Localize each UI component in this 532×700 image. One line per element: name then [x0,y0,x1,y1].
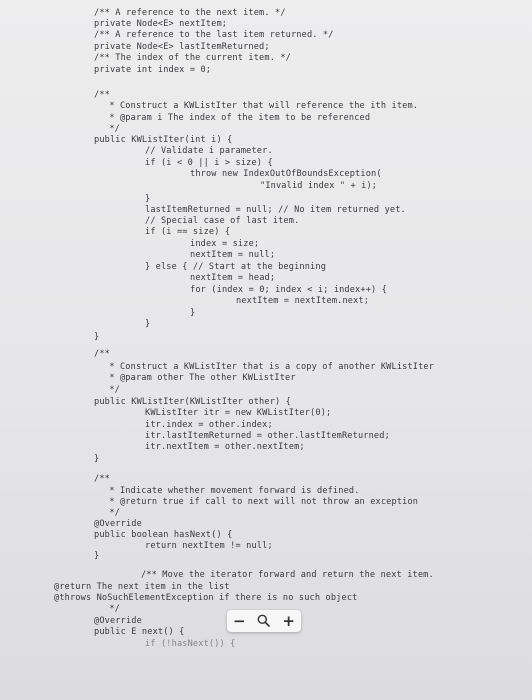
code-line: // Special case of last item. [145,216,300,226]
code-line: private Node<E> nextItem; [94,19,228,29]
code-line: */ [104,124,120,134]
code-line: throw new IndexOutOfBoundsException( [190,169,382,179]
code-line: /** The index of the current item. */ [94,53,291,63]
code-line: * Indicate whether movement forward is d… [104,486,360,496]
code-line: /** [94,474,110,484]
screenshot-page: /** A reference to the next item. */priv… [0,0,532,700]
zoom-toolbar: − + [227,610,301,632]
code-line: KWListIter itr = new KWListIter(0); [145,408,332,418]
code-line: public KWListIter(KWListIter other) { [94,397,291,407]
code-line: nextItem = head; [190,273,276,283]
code-line: @throws NoSuchElementException if there … [54,593,358,603]
code-line: lastItemReturned = null; // No item retu… [145,205,406,215]
code-line: private int index = 0; [94,65,212,75]
code-line: // Validate i parameter. [145,146,273,156]
code-line: } [190,308,196,318]
code-line: @return The next item in the list [54,582,230,592]
code-line: * Construct a KWListIter that will refer… [104,101,419,111]
zoom-out-button[interactable]: − [229,611,249,631]
code-line: "Invalid index " + i); [260,181,378,191]
code-line: nextItem = null; [190,250,276,260]
code-line: /** [94,90,110,100]
code-line: if (i == size) { [145,227,231,237]
code-line: /** [94,349,110,359]
code-line: index = size; [190,239,260,249]
search-button[interactable] [254,611,274,631]
code-line: for (index = 0; index < i; index++) { [190,285,387,295]
code-line: if (i < 0 || i > size) { [145,158,273,168]
code-line: public E next() { [94,627,185,637]
code-line: */ [104,385,120,395]
code-line: */ [104,508,120,518]
code-line: itr.lastItemReturned = other.lastItemRet… [145,431,390,441]
code-line: private Node<E> lastItemReturned; [94,42,270,52]
code-line: } [145,194,151,204]
code-line: itr.nextItem = other.nextItem; [145,442,305,452]
code-line: } [94,454,100,464]
code-line: public boolean hasNext() { [94,530,233,540]
code-line: */ [104,604,120,614]
code-line: /** A reference to the next item. */ [94,8,286,18]
code-line: * @param other The other KWListIter [104,373,296,383]
code-line: if (!hasNext()) { [145,639,236,649]
code-line: } [94,332,100,342]
code-line: public KWListIter(int i) { [94,135,233,145]
code-line: * @param i The index of the item to be r… [104,113,371,123]
code-line: @Override [94,616,142,626]
zoom-in-button[interactable]: + [279,611,299,631]
zoom-out-label: − [233,611,246,630]
code-line: @Override [94,519,142,529]
code-line: nextItem = nextItem.next; [236,296,370,306]
code-line: } [145,319,151,329]
search-icon [257,612,271,631]
code-line: } else { // Start at the beginning [145,262,327,272]
code-line: /** Move the iterator forward and return… [141,570,434,580]
code-line: /** A reference to the last item returne… [94,30,334,40]
code-line: * @return true if call to next will not … [104,497,419,507]
code-line: * Construct a KWListIter that is a copy … [104,362,435,372]
code-line: } [94,551,100,561]
code-line: itr.index = other.index; [145,420,273,430]
zoom-in-label: + [282,611,295,630]
code-line: return nextItem != null; [145,541,273,551]
